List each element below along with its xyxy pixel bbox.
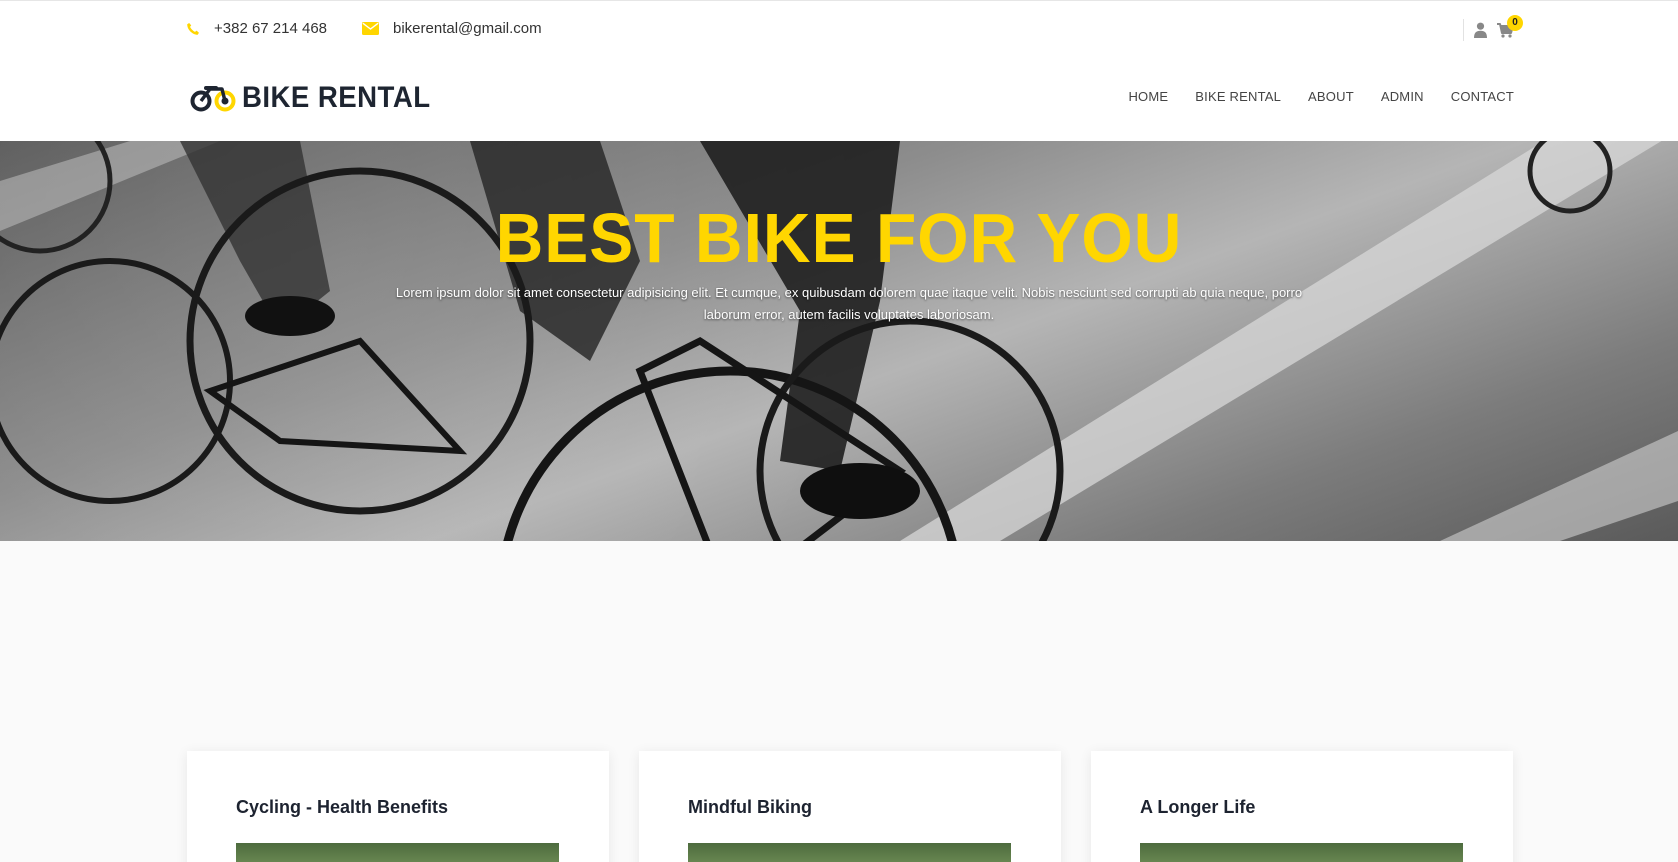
nav-contact[interactable]: CONTACT	[1451, 89, 1514, 104]
article-card[interactable]: Cycling - Health Benefits	[187, 751, 609, 862]
card-title: A Longer Life	[1140, 797, 1256, 817]
logo-text: BIKE RENTAL	[242, 81, 431, 114]
logo[interactable]: BIKE RENTAL	[190, 81, 447, 115]
article-card[interactable]: A Longer Life	[1091, 751, 1513, 862]
divider	[1463, 19, 1464, 41]
card-image	[688, 843, 1011, 862]
article-card[interactable]: Mindful Biking	[639, 751, 1061, 862]
hero-title: BEST BIKE FOR YOU	[495, 199, 1183, 277]
nav-about[interactable]: ABOUT	[1308, 89, 1354, 104]
top-icons: 0	[1463, 14, 1523, 43]
card-image	[236, 843, 559, 862]
cart-button[interactable]: 0	[1497, 14, 1523, 38]
phone-icon	[187, 22, 199, 35]
card-image	[1140, 843, 1463, 862]
hero-section: BEST BIKE FOR YOU Lorem ipsum dolor sit …	[0, 141, 1678, 541]
nav-home[interactable]: HOME	[1128, 89, 1168, 104]
email-address: bikerental@gmail.com	[393, 20, 542, 37]
email-contact[interactable]: bikerental@gmail.com	[362, 20, 542, 37]
header: BIKE RENTAL HOME BIKE RENTAL ABOUT ADMIN…	[0, 59, 1678, 141]
phone-number: +382 67 214 468	[214, 20, 328, 37]
bike-logo-icon	[190, 86, 236, 112]
cart-count-badge: 0	[1507, 14, 1523, 31]
main-nav: HOME BIKE RENTAL ABOUT ADMIN CONTACT	[1101, 89, 1514, 104]
hero-subtitle: Lorem ipsum dolor sit amet consectetur a…	[395, 285, 1303, 322]
card-title: Mindful Biking	[688, 797, 812, 817]
envelope-icon	[362, 22, 379, 35]
user-icon[interactable]	[1474, 22, 1487, 38]
top-bar-inner: +382 67 214 468 bikerental@gmail.com 0	[186, 1, 1523, 60]
top-bar: +382 67 214 468 bikerental@gmail.com 0	[0, 0, 1678, 60]
card-title: Cycling - Health Benefits	[236, 797, 449, 817]
phone-contact[interactable]: +382 67 214 468	[186, 20, 327, 37]
nav-admin[interactable]: ADMIN	[1381, 89, 1424, 104]
nav-bike-rental[interactable]: BIKE RENTAL	[1195, 89, 1281, 104]
